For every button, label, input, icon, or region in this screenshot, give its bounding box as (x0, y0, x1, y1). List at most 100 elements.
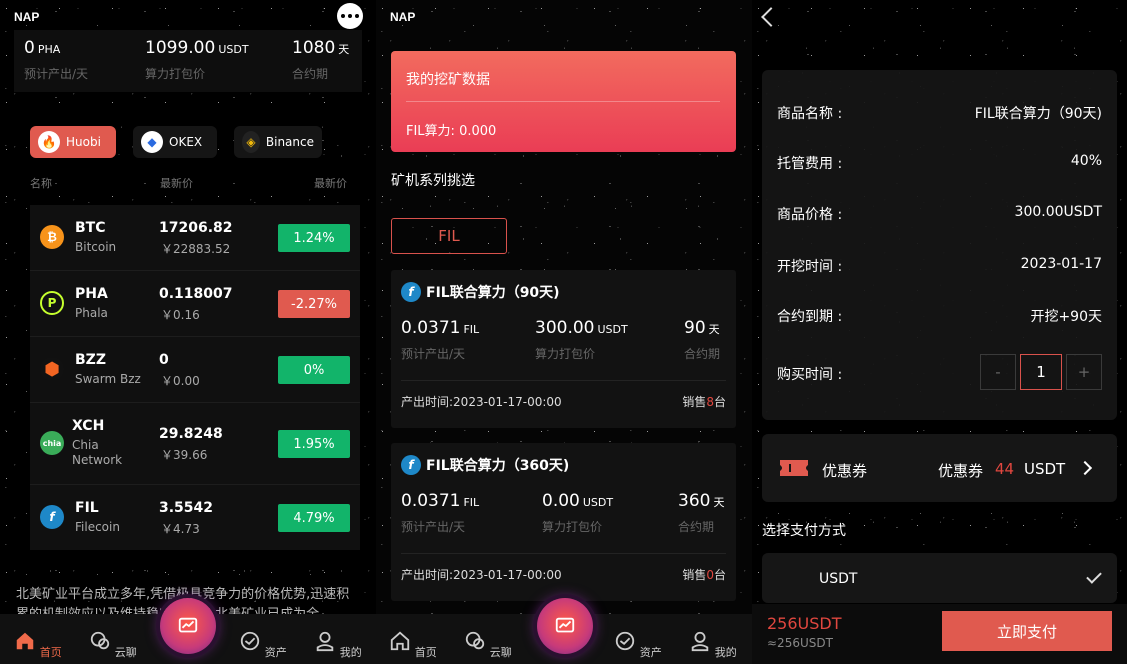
market-row-btc[interactable]: ₿ BTC Bitcoin 17206.82 ￥22883.52 1.24% (30, 205, 360, 271)
exchange-tab-okex[interactable]: ◆ OKEX (133, 126, 217, 158)
tab-label: 资产 (639, 646, 662, 659)
tab-label: 云聊 (489, 646, 512, 659)
coin-price: 0 (159, 352, 169, 368)
coin-symbol: BTC (75, 220, 106, 236)
product-price: 0.00 USDT 算力打包价 (542, 491, 613, 535)
market-row-xch[interactable]: chia XCH Chia Network 29.8248 ￥39.66 1.9… (30, 403, 360, 485)
total-price-approx: ≈256USDT (767, 636, 833, 650)
pay-now-button[interactable]: 立即支付 (942, 611, 1112, 651)
tab-chat[interactable]: 云聊 (88, 630, 138, 660)
coupon-label: 优惠券 (822, 462, 868, 480)
section-title: 矿机系列挑选 (391, 173, 475, 189)
my-mining-card[interactable]: 我的挖矿数据 FIL算力: 0.000 (391, 51, 736, 152)
detail-row: 商品价格 : 300.00USDT (777, 204, 1102, 224)
detail-row: 开挖时间 : 2023-01-17 (777, 256, 1102, 276)
more-options-icon[interactable] (337, 3, 363, 29)
tab-assets[interactable]: 资产 (613, 630, 663, 660)
sold-prefix: 销售 (682, 568, 707, 582)
tab-label: 我的 (714, 646, 737, 659)
check-circle-icon (241, 631, 260, 651)
detail-row: 托管费用 : 40% (777, 153, 1102, 173)
product-period: 90 天 合约期 (684, 318, 720, 362)
back-arrow-icon[interactable] (761, 7, 781, 27)
stat-output-unit: PHA (37, 43, 61, 56)
tab-label: 首页 (414, 646, 437, 659)
mining-center-button[interactable] (537, 598, 593, 654)
exchange-tab-huobi[interactable]: 🔥 Huobi (30, 126, 116, 158)
row-label: 商品价格 : (777, 207, 843, 223)
stat-price-label: 算力打包价 (145, 67, 206, 81)
stat-period: 1080 天 合约期 (292, 38, 349, 82)
chart-icon (178, 617, 198, 633)
market-row-bzz[interactable]: ⬢ BZZ Swarm Bzz 0 ￥0.00 0% (30, 337, 360, 403)
market-row-pha[interactable]: P PHA Phala 0.118007 ￥0.16 -2.27% (30, 271, 360, 337)
quantity-input[interactable]: 1 (1020, 354, 1062, 390)
sold-prefix: 销售 (682, 395, 707, 409)
output-unit: FIL (463, 323, 480, 336)
decrement-button[interactable]: - (980, 354, 1016, 390)
coin-change-badge: 4.79% (278, 504, 350, 532)
checkmark-icon (1086, 568, 1102, 584)
filecoin-icon: f (401, 455, 421, 475)
coin-symbol: BZZ (75, 352, 106, 368)
stat-output-value: 0 (24, 38, 35, 58)
tab-home[interactable]: 首页 (388, 630, 438, 660)
tab-chat[interactable]: 云聊 (463, 630, 513, 660)
exchange-tab-binance[interactable]: ◈ Binance (234, 126, 322, 158)
coin-change-badge: 1.24% (278, 224, 350, 252)
tab-label: 资产 (264, 646, 287, 659)
stat-output-label: 预计产出/天 (24, 67, 89, 81)
tab-assets[interactable]: 资产 (238, 630, 288, 660)
row-label: 商品名称 : (777, 106, 843, 122)
coupon-row[interactable]: 优惠券 优惠券 44 USDT (762, 434, 1117, 502)
brand-logo: NAP (14, 10, 40, 24)
tab-mine[interactable]: 我的 (313, 630, 363, 660)
coin-cny-price: ￥0.00 (161, 374, 200, 388)
sold-number: 8 (706, 395, 714, 409)
binance-icon: ◈ (242, 131, 260, 153)
divider (401, 380, 726, 381)
product-name-text: FIL联合算力（90天) (426, 285, 560, 301)
user-icon (692, 631, 709, 652)
bottom-tab-bar: 首页 云聊 资产 我的 (0, 598, 376, 664)
increment-button[interactable]: + (1066, 354, 1102, 390)
divider (401, 553, 726, 554)
tab-home[interactable]: 首页 (13, 630, 63, 660)
price-label: 算力打包价 (535, 347, 596, 361)
coin-name: Chia Network (72, 438, 123, 467)
price-value: 300.00 (535, 318, 595, 338)
product-card[interactable]: f FIL联合算力（360天) 0.0371 FIL 预计产出/天 0.00 USDT… (391, 443, 736, 601)
market-row-fil[interactable]: f FIL Filecoin 3.5542 ￥4.73 4.79% (30, 485, 360, 551)
row-value: 40% (1070, 153, 1102, 169)
product-card[interactable]: f FIL联合算力（90天) 0.0371 FIL 预计产出/天 300.00 USD… (391, 270, 736, 428)
card-hashrate: FIL算力: 0.000 (406, 124, 497, 139)
coin-name: Filecoin (75, 520, 120, 534)
sold-number: 0 (706, 568, 714, 582)
pay-option-usdt[interactable]: USDT (762, 553, 1117, 603)
pay-method-title: 选择支付方式 (762, 523, 846, 539)
coin-name: Phala (75, 306, 108, 320)
coin-change-badge: 0% (278, 356, 350, 384)
home-icon (17, 632, 34, 650)
row-value: 2023-01-17 (1020, 256, 1102, 272)
exchange-label: Binance (265, 135, 314, 149)
output-unit: FIL (463, 496, 480, 509)
sold-count: 销售8台 (682, 393, 726, 410)
row-label: 开挖时间 : (777, 259, 843, 275)
output-time: 产出时间:2023-01-17-00:00 (401, 568, 562, 582)
sold-suffix: 台 (713, 568, 726, 582)
coin-cny-price: ￥4.73 (161, 522, 200, 536)
coin-cny-price: ￥0.16 (161, 308, 200, 322)
chat-icon (466, 631, 485, 650)
home-screen: NAP 0 PHA 预计产出/天 1099.00 USDT 算力打包价 1080 天 … (0, 0, 376, 664)
home-icon (391, 631, 410, 651)
product-period: 360 天 合约期 (678, 491, 724, 535)
filter-chip-fil[interactable]: FIL (391, 218, 507, 254)
mining-center-button[interactable] (160, 598, 216, 654)
filecoin-icon: f (401, 282, 421, 302)
period-value: 360 (678, 491, 711, 511)
huobi-flame-icon: 🔥 (38, 131, 60, 153)
order-detail-card: 商品名称 : FIL联合算力（90天) 托管费用 : 40% 商品价格 : 300.0… (762, 70, 1117, 420)
detail-row: 商品名称 : FIL联合算力（90天) (777, 103, 1102, 123)
tab-mine[interactable]: 我的 (688, 630, 738, 660)
